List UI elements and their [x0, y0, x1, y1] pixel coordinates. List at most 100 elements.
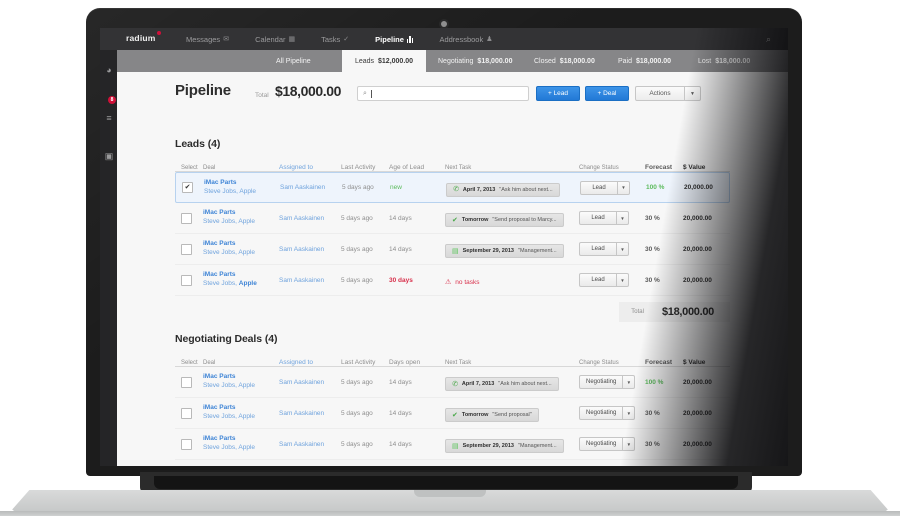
column-header: Last Activity: [341, 164, 376, 171]
top-nav-items: Messages ✉ Calendar ▦ Tasks ✓ Pipeline Addressb…: [186, 28, 493, 50]
deal-contact-link[interactable]: Steve Jobs, Apple: [203, 413, 279, 422]
deal-company[interactable]: Apple: [239, 280, 257, 287]
tab-paid[interactable]: Paid $18,000.00: [612, 50, 677, 72]
next-task-pill[interactable]: ✆ April 7, 2013 "Ask him about next...: [446, 182, 560, 197]
table-row[interactable]: iMac PartsSteve Jobs, AppleSam Aaskainen…: [175, 203, 730, 234]
table-row[interactable]: iMac PartsSteve Jobs, AppleSam Aaskainen…: [175, 460, 730, 466]
status-button[interactable]: Negotiating: [579, 437, 624, 451]
deal-name-link[interactable]: iMac Parts: [203, 240, 279, 249]
status-dropdown-caret-icon[interactable]: ▼: [623, 406, 636, 420]
assigned-to-link[interactable]: Sam Aaskainen: [279, 379, 341, 386]
row-checkbox[interactable]: ✔: [182, 182, 193, 193]
phone-icon: ✆: [451, 380, 459, 389]
brand-logo[interactable]: radium: [126, 31, 161, 43]
deal-contact-link[interactable]: Steve Jobs, Apple: [203, 249, 279, 258]
add-lead-button[interactable]: + Lead: [536, 86, 580, 101]
table-row[interactable]: iMac PartsSteve Jobs, AppleSam Aaskainen…: [175, 367, 730, 398]
actions-button[interactable]: Actions: [635, 86, 685, 101]
status-dropdown-caret-icon[interactable]: ▼: [617, 211, 629, 225]
tab-leads[interactable]: Leads $12,000.00: [342, 50, 426, 72]
status-button[interactable]: Lead: [579, 211, 617, 225]
tab-closed[interactable]: Closed $18,000.00: [528, 50, 601, 72]
assigned-to-link[interactable]: Sam Aaskainen: [279, 410, 341, 417]
last-activity-cell: 5 days ago: [341, 245, 373, 253]
status-button[interactable]: Lead: [580, 180, 618, 195]
status-dropdown-caret-icon[interactable]: ▼: [623, 375, 636, 389]
change-status-cell: Lead ▼: [580, 180, 638, 195]
column-header: Change Status: [579, 360, 619, 366]
status-button[interactable]: Negotiating: [579, 406, 624, 420]
assigned-to-link[interactable]: Sam Aaskainen: [279, 246, 341, 253]
deal-name-link[interactable]: iMac Parts: [203, 271, 279, 280]
search-input[interactable]: ⌕: [357, 86, 529, 101]
deal-contact-link[interactable]: Steve Jobs, Apple: [204, 188, 280, 197]
row-checkbox[interactable]: [181, 407, 192, 419]
tab-lost[interactable]: Lost $18,000.00: [692, 50, 756, 72]
status-dropdown-caret-icon[interactable]: ▼: [623, 437, 636, 451]
deal-name-link[interactable]: iMac Parts: [203, 373, 279, 382]
assigned-to-link[interactable]: Sam Aaskainen: [279, 277, 341, 284]
nav-item-messages[interactable]: Messages ✉: [186, 35, 229, 44]
status-dropdown-caret-icon[interactable]: ▼: [618, 180, 630, 195]
assigned-to-link[interactable]: Sam Aaskainen: [279, 215, 341, 222]
brand-logo-text: radium: [126, 33, 156, 43]
row-select-cell: [175, 274, 203, 286]
forecast-cell: 30 %: [645, 245, 660, 253]
deal-cell: iMac Parts Steve Jobs, Apple: [203, 373, 279, 391]
status-dropdown-caret-icon[interactable]: ▼: [617, 242, 629, 256]
deal-name-link[interactable]: iMac Parts: [203, 435, 279, 444]
search-icon[interactable]: ⌕: [763, 34, 774, 45]
deal-name-link[interactable]: iMac Parts: [204, 179, 280, 188]
value-cell: 20,000.00: [683, 378, 712, 386]
clock-icon[interactable]: ◕: [103, 64, 115, 76]
panel-icon[interactable]: ▣: [103, 150, 115, 162]
assigned-to-link[interactable]: Sam Aaskainen: [280, 184, 342, 191]
nav-item-pipeline[interactable]: Pipeline: [375, 35, 414, 44]
status-dropdown-caret-icon[interactable]: ▼: [617, 273, 629, 287]
tab-label: Negotiating: [438, 57, 474, 65]
row-checkbox[interactable]: [181, 274, 192, 286]
tab-all-pipeline[interactable]: All Pipeline: [270, 50, 317, 72]
deal-contact-link[interactable]: Steve Jobs, Apple: [203, 382, 279, 391]
next-task-pill[interactable]: ▤ September 29, 2013 "Management...: [445, 439, 564, 454]
tab-negotiating[interactable]: Negotiating $18,000.00: [432, 50, 518, 72]
deal-name-link[interactable]: iMac Parts: [203, 209, 279, 218]
table-row[interactable]: iMac PartsSteve Jobs, AppleSam Aaskainen…: [175, 429, 730, 460]
row-select-cell: [175, 438, 203, 450]
nav-item-calendar[interactable]: Calendar ▦: [255, 35, 295, 44]
next-task-pill[interactable]: ✔ Tomorrow "Send proposal to Marcy...: [445, 213, 564, 228]
nav-item-addressbook[interactable]: Addressbook ♟: [439, 35, 492, 44]
row-checkbox[interactable]: [181, 376, 192, 388]
nav-item-label: Addressbook: [439, 34, 484, 44]
deal-cell: iMac Parts Steve Jobs, Apple: [203, 435, 279, 453]
table-row[interactable]: iMac PartsSteve Jobs, AppleSam Aaskainen…: [175, 398, 730, 429]
assigned-to-link[interactable]: Sam Aaskainen: [279, 441, 341, 448]
deal-name-link[interactable]: iMac Parts: [203, 404, 279, 413]
row-checkbox[interactable]: [181, 212, 192, 224]
status-button[interactable]: Lead: [579, 273, 617, 287]
calendar-icon: ▤: [452, 442, 459, 450]
add-deal-button[interactable]: + Deal: [585, 86, 629, 101]
list-icon[interactable]: ≡: [103, 112, 115, 124]
table-row[interactable]: iMac PartsSteve Jobs, AppleSam Aaskainen…: [175, 234, 730, 265]
column-header: Forecast: [645, 164, 673, 171]
deal-contact-link[interactable]: Steve Jobs, Apple: [203, 280, 279, 289]
deal-contact-link[interactable]: Steve Jobs, Apple: [203, 218, 279, 227]
row-select-cell: [175, 376, 203, 388]
table-row[interactable]: iMac PartsSteve Jobs, AppleSam Aaskainen…: [175, 265, 730, 296]
next-task-pill[interactable]: ▤ September 29, 2013 "Management...: [445, 244, 564, 259]
row-checkbox[interactable]: [181, 243, 192, 255]
next-task-pill[interactable]: ✆ April 7, 2013 "Ask him about next...: [445, 377, 559, 392]
status-button[interactable]: Negotiating: [579, 375, 624, 389]
next-task-pill[interactable]: ✔ Tomorrow "Send proposal": [445, 408, 539, 423]
table-row[interactable]: ✔ iMac Parts Steve Jobs, Apple Sam Aaskaine…: [175, 172, 730, 203]
nav-item-tasks[interactable]: Tasks ✓: [321, 35, 349, 44]
age-cell: new: [390, 184, 402, 191]
status-button[interactable]: Lead: [579, 242, 617, 256]
actions-dropdown-caret-icon[interactable]: ▼: [685, 86, 701, 101]
row-checkbox[interactable]: [181, 438, 192, 450]
deal-contact-link[interactable]: Steve Jobs, Apple: [203, 444, 279, 453]
last-activity-cell: 5 days ago: [341, 409, 373, 417]
deal-cell: iMac Parts Steve Jobs, Apple: [203, 404, 279, 422]
section-total-label: Total: [619, 302, 656, 322]
